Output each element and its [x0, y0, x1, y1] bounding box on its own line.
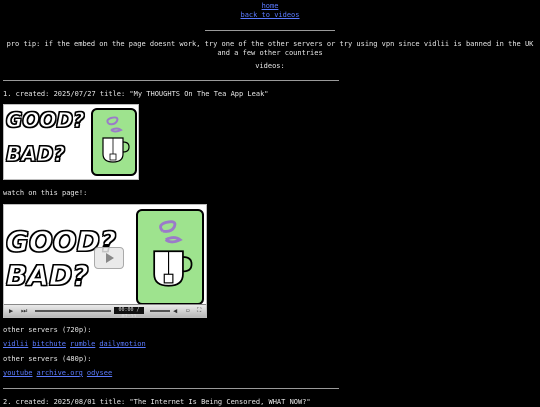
server-link[interactable]: rumble: [70, 340, 95, 348]
seek-bar[interactable]: [35, 310, 111, 312]
divider: [3, 80, 339, 81]
fullscreen-icon[interactable]: ⛶: [197, 307, 201, 315]
video-title: 1. created: 2025/07/27 title: "My THOUGH…: [3, 90, 269, 98]
tea-cup-icon: [153, 220, 193, 287]
player-green-panel: [136, 209, 204, 305]
big-play-button[interactable]: [94, 247, 124, 269]
home-link-row: home: [0, 2, 540, 11]
servers-480-list: youtube archive.org odysee: [3, 369, 116, 378]
thumbnail-text-good: GOOD?: [6, 108, 86, 132]
player-text-bad: BAD?: [6, 259, 89, 292]
server-link[interactable]: odysee: [87, 369, 112, 377]
back-link-row: back to videos: [0, 11, 540, 20]
video-player[interactable]: GOOD? BAD? ▶ ⏭ 00:00 / 07:11 ◀ ▭ ⛶: [3, 204, 207, 318]
volume-icon[interactable]: ◀: [173, 307, 177, 315]
player-controls: ▶ ⏭ 00:00 / 07:11 ◀ ▭ ⛶: [4, 304, 206, 317]
servers-480-label: other servers (480p):: [3, 355, 92, 363]
video-title: 2. created: 2025/08/01 title: "The Inter…: [3, 398, 311, 406]
volume-slider[interactable]: [150, 310, 170, 312]
video-thumbnail[interactable]: GOOD? BAD?: [3, 104, 139, 180]
thumbnail-green-panel: [91, 108, 137, 176]
servers-720-list: vidlii bitchute rumble dailymotion: [3, 340, 150, 349]
time-display: 00:00 / 07:11: [114, 307, 144, 317]
settings-icon[interactable]: ▭: [186, 307, 190, 315]
divider: [3, 388, 339, 389]
server-link[interactable]: dailymotion: [99, 340, 145, 348]
home-link[interactable]: home: [262, 2, 279, 10]
server-link[interactable]: archive.org: [37, 369, 83, 377]
server-link[interactable]: vidlii: [3, 340, 28, 348]
tea-cup-icon: [102, 116, 130, 163]
divider: [205, 30, 335, 31]
pro-tip-text: pro tip: if the embed on the page doesnt…: [6, 40, 534, 57]
play-icon: [106, 253, 114, 263]
server-link[interactable]: bitchute: [32, 340, 66, 348]
skip-icon[interactable]: ⏭: [21, 307, 27, 315]
watch-label: watch on this page!:: [3, 189, 88, 197]
videos-heading: videos:: [255, 62, 285, 70]
servers-720-label: other servers (720p):: [3, 326, 92, 334]
server-link[interactable]: youtube: [3, 369, 33, 377]
play-icon[interactable]: ▶: [9, 307, 13, 315]
back-to-videos-link[interactable]: back to videos: [240, 11, 299, 19]
thumbnail-text-bad: BAD?: [6, 142, 66, 166]
